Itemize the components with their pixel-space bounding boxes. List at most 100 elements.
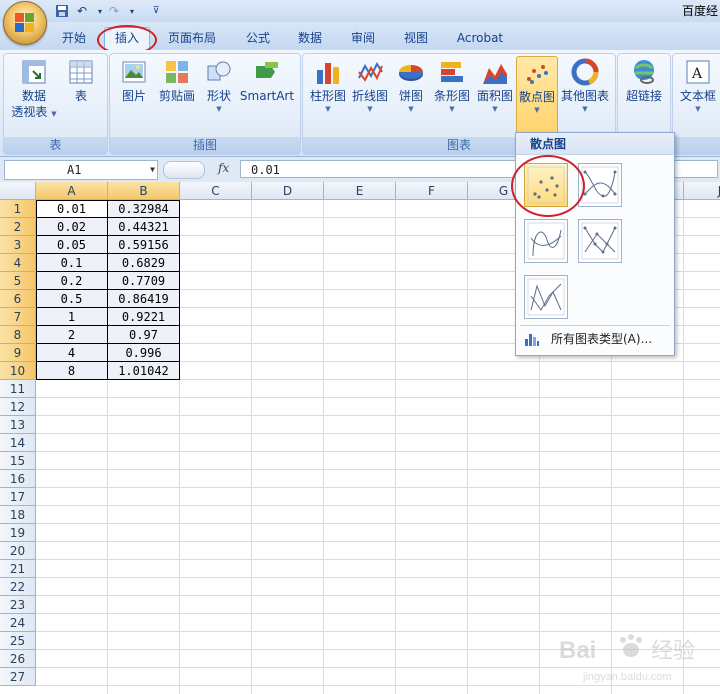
office-button[interactable]: [3, 1, 47, 45]
row-header-3[interactable]: 3: [0, 236, 36, 254]
insert-function-icon[interactable]: fx: [218, 161, 229, 175]
shapes-button[interactable]: 形状 ▼: [202, 58, 236, 114]
all-chart-types-menu-item[interactable]: 所有图表类型(A)...: [516, 328, 674, 350]
row-gridline: [36, 523, 720, 524]
tab-review[interactable]: 审阅: [341, 28, 385, 48]
column-header-f[interactable]: F: [396, 182, 468, 200]
cell-b4[interactable]: 0.6829: [108, 254, 180, 272]
row-header-17[interactable]: 17: [0, 488, 36, 506]
row-header-25[interactable]: 25: [0, 632, 36, 650]
table-button[interactable]: 表: [62, 58, 100, 104]
column-header-b[interactable]: B: [108, 182, 180, 200]
smartart-button[interactable]: SmartArt: [238, 58, 296, 104]
cell-a8[interactable]: 2: [36, 326, 108, 344]
row-header-11[interactable]: 11: [0, 380, 36, 398]
row-header-6[interactable]: 6: [0, 290, 36, 308]
tab-data[interactable]: 数据: [288, 28, 332, 48]
clipart-button[interactable]: 剪贴画: [156, 58, 198, 104]
tab-home[interactable]: 开始: [52, 28, 96, 48]
column-header-c[interactable]: C: [180, 182, 252, 200]
cell-a6[interactable]: 0.5: [36, 290, 108, 308]
cell-b3[interactable]: 0.59156: [108, 236, 180, 254]
cell-a10[interactable]: 8: [36, 362, 108, 380]
column-header-d[interactable]: D: [252, 182, 324, 200]
group-label-tables: 表: [4, 137, 107, 154]
row-header-12[interactable]: 12: [0, 398, 36, 416]
hyperlink-button[interactable]: 超链接: [621, 58, 667, 104]
select-all-corner[interactable]: [0, 182, 36, 200]
group-tables: 数据 透视表 ▼ 表 表: [3, 53, 108, 155]
textbox-button[interactable]: A 文本框 ▼: [675, 58, 720, 114]
customize-quick-access-icon[interactable]: ⊽: [148, 3, 164, 19]
row-gridline: [36, 559, 720, 560]
cell-a2[interactable]: 0.02: [36, 218, 108, 236]
row-header-14[interactable]: 14: [0, 434, 36, 452]
picture-button[interactable]: 图片: [116, 58, 152, 104]
area-chart-button[interactable]: 面积图 ▼: [475, 58, 515, 114]
row-header-27[interactable]: 27: [0, 668, 36, 686]
row-header-9[interactable]: 9: [0, 344, 36, 362]
scatter-chart-button[interactable]: 散点图 ▼: [516, 56, 558, 138]
cell-b8[interactable]: 0.97: [108, 326, 180, 344]
row-header-26[interactable]: 26: [0, 650, 36, 668]
cell-b10[interactable]: 1.01042: [108, 362, 180, 380]
row-header-2[interactable]: 2: [0, 218, 36, 236]
formula-bar-expand-handle[interactable]: [163, 161, 205, 179]
chevron-down-icon: ▼: [216, 105, 222, 113]
line-chart-button[interactable]: 折线图 ▼: [349, 58, 391, 114]
pivot-table-button[interactable]: 数据 透视表 ▼: [10, 58, 58, 120]
row-header-19[interactable]: 19: [0, 524, 36, 542]
redo-dropdown-icon[interactable]: ▾: [124, 3, 140, 19]
row-header-15[interactable]: 15: [0, 452, 36, 470]
pivot-table-label-1: 数据: [21, 89, 46, 103]
column-header-j[interactable]: J: [684, 182, 720, 200]
row-header-4[interactable]: 4: [0, 254, 36, 272]
column-chart-button[interactable]: 柱形图 ▼: [307, 58, 349, 114]
row-header-10[interactable]: 10: [0, 362, 36, 380]
cell-a5[interactable]: 0.2: [36, 272, 108, 290]
tab-acrobat[interactable]: Acrobat: [450, 28, 510, 48]
cell-a7[interactable]: 1: [36, 308, 108, 326]
cell-b9[interactable]: 0.996: [108, 344, 180, 362]
row-header-13[interactable]: 13: [0, 416, 36, 434]
bar-chart-button[interactable]: 条形图 ▼: [431, 58, 473, 114]
cell-a3[interactable]: 0.05: [36, 236, 108, 254]
undo-icon[interactable]: ↶: [74, 3, 90, 19]
textbox-label: 文本框: [679, 89, 716, 103]
row-header-7[interactable]: 7: [0, 308, 36, 326]
scatter-straight-lines-markers-option[interactable]: [578, 219, 622, 263]
cell-b2[interactable]: 0.44321: [108, 218, 180, 236]
name-box[interactable]: A1 ▼: [4, 160, 158, 180]
scatter-straight-lines-option[interactable]: [524, 275, 568, 319]
redo-icon[interactable]: ↷: [106, 3, 122, 19]
tab-page-layout[interactable]: 页面布局: [162, 28, 222, 48]
row-header-24[interactable]: 24: [0, 614, 36, 632]
save-icon[interactable]: [54, 3, 70, 19]
row-header-21[interactable]: 21: [0, 560, 36, 578]
column-header-a[interactable]: A: [36, 182, 108, 200]
cell-a1[interactable]: 0.01: [36, 200, 108, 218]
other-charts-button[interactable]: 其他图表 ▼: [559, 58, 611, 114]
hyperlink-icon: [630, 58, 658, 86]
tab-view[interactable]: 视图: [394, 28, 438, 48]
row-header-5[interactable]: 5: [0, 272, 36, 290]
row-header-23[interactable]: 23: [0, 596, 36, 614]
row-header-20[interactable]: 20: [0, 542, 36, 560]
cell-a4[interactable]: 0.1: [36, 254, 108, 272]
group-text: A 文本框 ▼: [672, 53, 720, 155]
cell-b1[interactable]: 0.32984: [108, 200, 180, 218]
row-header-1[interactable]: 1: [0, 200, 36, 218]
cell-b6[interactable]: 0.86419: [108, 290, 180, 308]
tab-formulas[interactable]: 公式: [236, 28, 280, 48]
cell-b7[interactable]: 0.9221: [108, 308, 180, 326]
row-header-22[interactable]: 22: [0, 578, 36, 596]
scatter-smooth-lines-option[interactable]: [524, 219, 568, 263]
column-header-e[interactable]: E: [324, 182, 396, 200]
pie-chart-button[interactable]: 饼图 ▼: [393, 58, 429, 114]
cell-b5[interactable]: 0.7709: [108, 272, 180, 290]
cell-a9[interactable]: 4: [36, 344, 108, 362]
pivot-table-icon: [20, 58, 48, 86]
row-header-16[interactable]: 16: [0, 470, 36, 488]
row-header-18[interactable]: 18: [0, 506, 36, 524]
row-header-8[interactable]: 8: [0, 326, 36, 344]
